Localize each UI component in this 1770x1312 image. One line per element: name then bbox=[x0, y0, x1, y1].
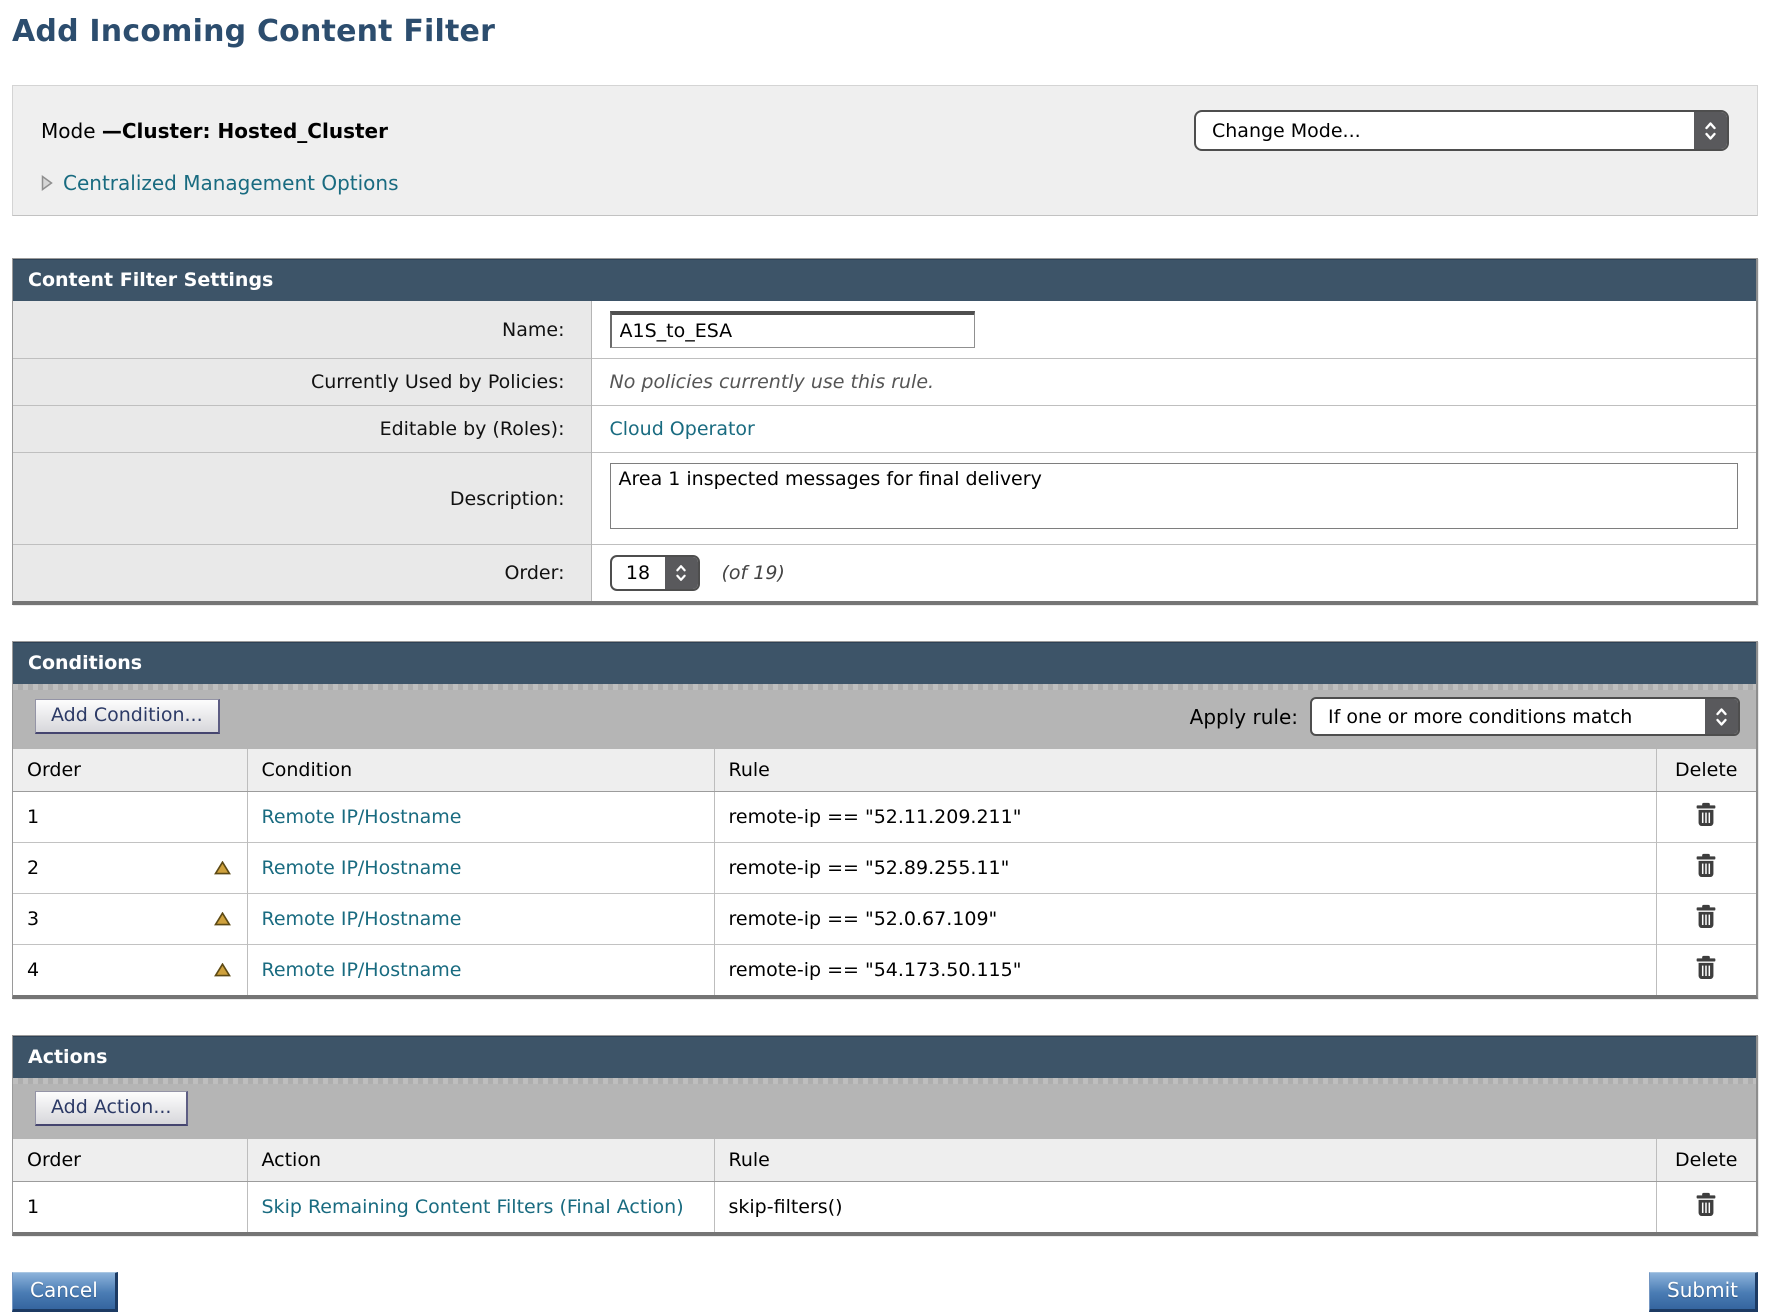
condition-rule: remote-ip == "52.0.67.109" bbox=[714, 894, 1656, 945]
page-title: Add Incoming Content Filter bbox=[12, 14, 1758, 49]
select-stepper-icon bbox=[1694, 112, 1727, 149]
conditions-table-header-row: Order Condition Rule Delete bbox=[13, 749, 1756, 792]
expand-icon[interactable] bbox=[41, 175, 53, 191]
col-delete: Delete bbox=[1656, 1139, 1756, 1182]
editable-roles-link[interactable]: Cloud Operator bbox=[610, 418, 755, 440]
move-up-icon[interactable] bbox=[214, 963, 231, 977]
add-action-button[interactable]: Add Action... bbox=[35, 1091, 188, 1126]
add-condition-button[interactable]: Add Condition... bbox=[35, 699, 220, 734]
condition-row: 4 Remote IP/Hostname remote-ip == "54.17… bbox=[13, 945, 1756, 996]
delete-icon[interactable] bbox=[1695, 802, 1717, 827]
mode-label: Mode bbox=[41, 119, 102, 143]
delete-icon[interactable] bbox=[1695, 904, 1717, 929]
settings-table: Name: Currently Used by Policies: No pol… bbox=[13, 301, 1756, 601]
name-input[interactable] bbox=[610, 311, 975, 348]
conditions-table: Order Condition Rule Delete 1 Remote IP/… bbox=[13, 749, 1756, 995]
col-order: Order bbox=[13, 1139, 247, 1182]
conditions-panel: Conditions Add Condition... Apply rule: … bbox=[12, 641, 1758, 999]
condition-link[interactable]: Remote IP/Hostname bbox=[262, 806, 462, 828]
condition-link[interactable]: Remote IP/Hostname bbox=[262, 857, 462, 879]
action-order: 1 bbox=[13, 1182, 247, 1233]
delete-icon[interactable] bbox=[1695, 1192, 1717, 1217]
condition-rule: remote-ip == "54.173.50.115" bbox=[714, 945, 1656, 996]
actions-panel: Actions Add Action... Order Action Rule … bbox=[12, 1035, 1758, 1236]
col-delete: Delete bbox=[1656, 749, 1756, 792]
delete-icon[interactable] bbox=[1695, 853, 1717, 878]
page-root: Add Incoming Content Filter Mode —Cluste… bbox=[0, 0, 1770, 1312]
condition-order: 4 bbox=[27, 959, 39, 981]
apply-rule-group: Apply rule: If one or more conditions ma… bbox=[1190, 697, 1740, 736]
actions-table-header-row: Order Action Rule Delete bbox=[13, 1139, 1756, 1182]
action-rule: skip-filters() bbox=[714, 1182, 1656, 1233]
submit-button[interactable]: Submit bbox=[1649, 1272, 1758, 1312]
policies-label: Currently Used by Policies: bbox=[13, 359, 591, 406]
mode-row: Mode —Cluster: Hosted_Cluster Change Mod… bbox=[41, 110, 1729, 151]
settings-row-order: Order: 18 (of 19) bbox=[13, 545, 1756, 602]
condition-link[interactable]: Remote IP/Hostname bbox=[262, 959, 462, 981]
editable-label: Editable by (Roles): bbox=[13, 406, 591, 453]
move-up-icon[interactable] bbox=[214, 861, 231, 875]
move-up-icon[interactable] bbox=[214, 912, 231, 926]
condition-order: 3 bbox=[27, 908, 39, 930]
order-of-note: (of 19) bbox=[722, 562, 785, 584]
col-rule: Rule bbox=[714, 1139, 1656, 1182]
order-label: Order: bbox=[13, 545, 591, 602]
content-filter-settings-header: Content Filter Settings bbox=[13, 259, 1756, 301]
settings-row-description: Description: Area 1 inspected messages f… bbox=[13, 453, 1756, 545]
settings-row-editable: Editable by (Roles): Cloud Operator bbox=[13, 406, 1756, 453]
content-filter-settings-panel: Content Filter Settings Name: Currently … bbox=[12, 258, 1758, 605]
conditions-header: Conditions bbox=[13, 642, 1756, 684]
order-select-value: 18 bbox=[612, 557, 665, 589]
delete-icon[interactable] bbox=[1695, 955, 1717, 980]
condition-row: 3 Remote IP/Hostname remote-ip == "52.0.… bbox=[13, 894, 1756, 945]
condition-link[interactable]: Remote IP/Hostname bbox=[262, 908, 462, 930]
centralized-management-row: Centralized Management Options bbox=[41, 171, 1729, 195]
settings-row-name: Name: bbox=[13, 301, 1756, 359]
settings-row-policies: Currently Used by Policies: No policies … bbox=[13, 359, 1756, 406]
order-select[interactable]: 18 bbox=[610, 555, 700, 591]
col-condition: Condition bbox=[247, 749, 714, 792]
col-rule: Rule bbox=[714, 749, 1656, 792]
mode-box: Mode —Cluster: Hosted_Cluster Change Mod… bbox=[12, 85, 1758, 216]
mode-text: Mode —Cluster: Hosted_Cluster bbox=[41, 119, 388, 143]
actions-table: Order Action Rule Delete 1 Skip Remainin… bbox=[13, 1139, 1756, 1232]
col-action: Action bbox=[247, 1139, 714, 1182]
footer: Cancel Submit bbox=[12, 1272, 1758, 1312]
name-label: Name: bbox=[13, 301, 591, 359]
policies-value: No policies currently use this rule. bbox=[610, 371, 935, 393]
action-link[interactable]: Skip Remaining Content Filters (Final Ac… bbox=[262, 1196, 684, 1218]
condition-rule: remote-ip == "52.11.209.211" bbox=[714, 792, 1656, 843]
action-row: 1 Skip Remaining Content Filters (Final … bbox=[13, 1182, 1756, 1233]
apply-rule-label: Apply rule: bbox=[1190, 705, 1298, 729]
condition-row: 2 Remote IP/Hostname remote-ip == "52.89… bbox=[13, 843, 1756, 894]
condition-row: 1 Remote IP/Hostname remote-ip == "52.11… bbox=[13, 792, 1756, 843]
apply-rule-select-value: If one or more conditions match bbox=[1312, 699, 1648, 734]
condition-order: 2 bbox=[27, 857, 39, 879]
description-textarea[interactable]: Area 1 inspected messages for final deli… bbox=[610, 463, 1738, 529]
change-mode-select[interactable]: Change Mode... bbox=[1194, 110, 1729, 151]
centralized-management-options-link[interactable]: Centralized Management Options bbox=[63, 171, 399, 195]
condition-order: 1 bbox=[13, 792, 247, 843]
col-order: Order bbox=[13, 749, 247, 792]
condition-rule: remote-ip == "52.89.255.11" bbox=[714, 843, 1656, 894]
description-label: Description: bbox=[13, 453, 591, 545]
actions-toolbar: Add Action... bbox=[13, 1078, 1756, 1139]
apply-rule-select[interactable]: If one or more conditions match bbox=[1310, 697, 1740, 736]
select-stepper-icon bbox=[1705, 699, 1738, 734]
mode-value: —Cluster: Hosted_Cluster bbox=[102, 119, 388, 143]
cancel-button[interactable]: Cancel bbox=[12, 1272, 118, 1312]
change-mode-select-value: Change Mode... bbox=[1196, 112, 1377, 149]
conditions-toolbar: Add Condition... Apply rule: If one or m… bbox=[13, 684, 1756, 749]
select-stepper-icon bbox=[665, 557, 698, 589]
actions-header: Actions bbox=[13, 1036, 1756, 1078]
